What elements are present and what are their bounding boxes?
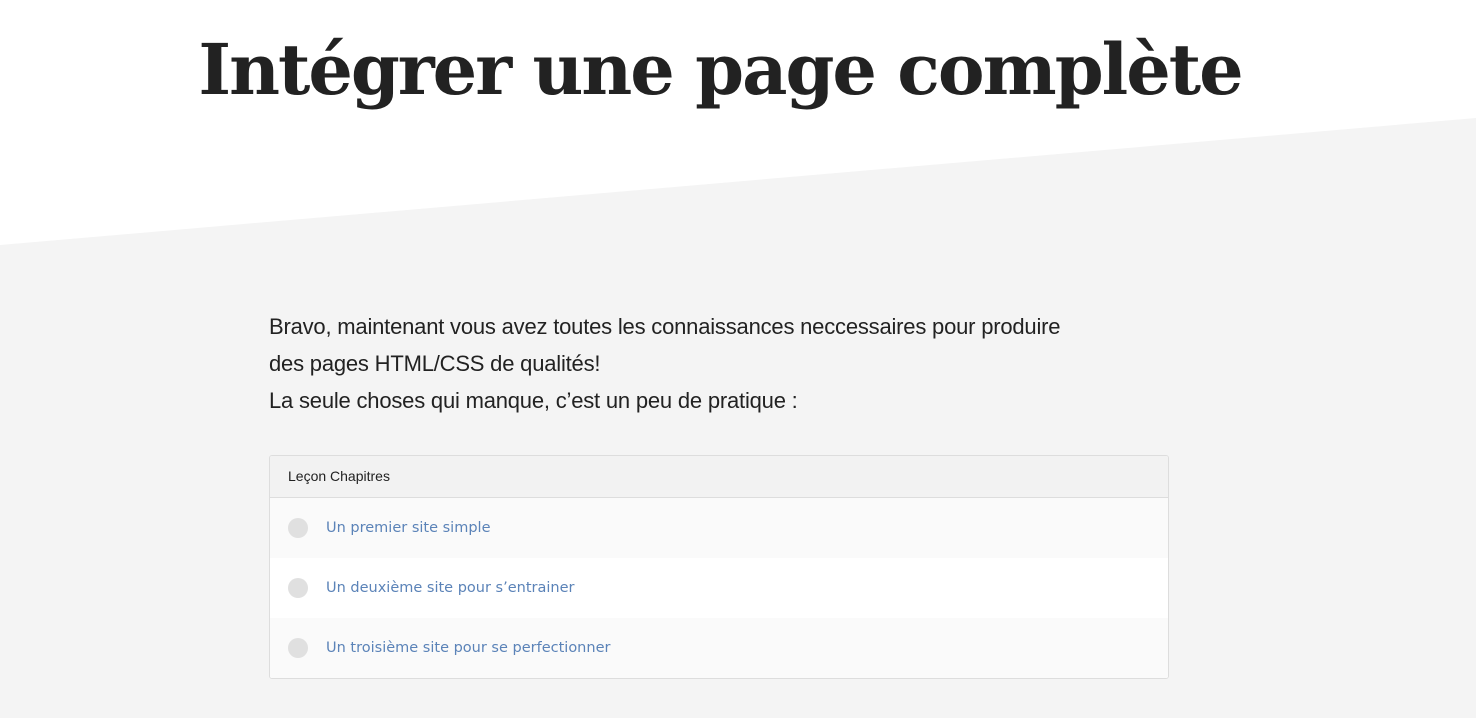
intro-text: Bravo, maintenant vous avez toutes les c… [269,308,1169,419]
chapter-item[interactable]: Un troisième site pour se perfectionner [270,618,1168,678]
chapter-link[interactable]: Un troisième site pour se perfectionner [326,640,610,656]
chapter-item[interactable]: Un premier site simple [270,498,1168,558]
chapter-link[interactable]: Un premier site simple [326,520,490,536]
circle-status-icon [288,518,308,538]
lesson-chapters-card: Leçon Chapitres Un premier site simple U… [269,455,1169,679]
circle-status-icon [288,638,308,658]
circle-status-icon [288,578,308,598]
chapter-item[interactable]: Un deuxième site pour s’entrainer [270,558,1168,618]
chapters-list: Un premier site simple Un deuxième site … [270,498,1168,678]
chapters-header: Leçon Chapitres [270,456,1168,498]
intro-line: La seule choses qui manque, c’est un peu… [269,388,798,413]
chapter-link[interactable]: Un deuxième site pour s’entrainer [326,580,574,596]
intro-line: Bravo, maintenant vous avez toutes les c… [269,314,1061,339]
intro-line: des pages HTML/CSS de qualités! [269,351,601,376]
page-title: Intégrer une page complète [198,28,1243,111]
